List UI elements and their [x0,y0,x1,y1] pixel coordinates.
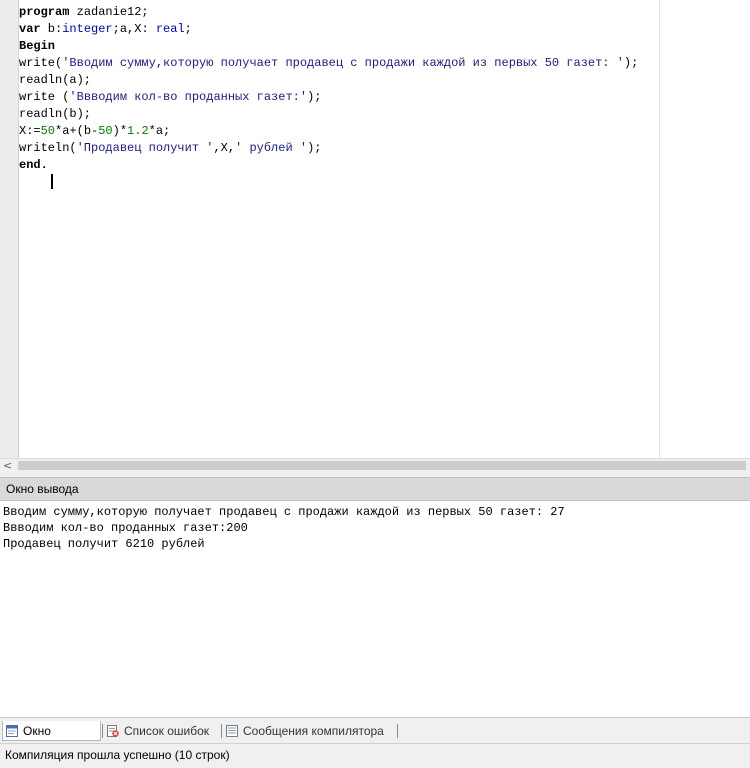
code-lines[interactable]: program zadanie12; var b:integer;a,X: rea… [19,4,638,174]
tab-label: Сообщения компилятора [243,724,384,738]
output-text: Вводим сумму,которую получает продавец с… [3,504,565,552]
code-token: )* [112,124,128,138]
status-text: Компиляция прошла успешно (10 строк) [5,748,230,762]
code-token: 50 [98,124,113,138]
code-token: *a+(b- [55,124,99,138]
code-token: var [19,22,41,36]
code-token: ; [184,22,192,36]
code-token: end. [19,158,48,172]
code-token: ); [307,90,322,104]
tab-divider [397,724,398,738]
code-token: real [155,22,185,36]
code-token: write( [19,56,63,70]
scrollbar-thumb[interactable] [18,461,746,470]
output-line: Ввводим кол-во проданных газет:200 [3,521,248,535]
tab-divider [221,724,222,738]
code-token: X:= [19,124,41,138]
code-line[interactable]: write ('Ввводим кол-во проданных газет:'… [19,89,638,106]
output-panel[interactable]: Вводим сумму,которую получает продавец с… [0,501,750,717]
code-token: zadanie12; [69,5,149,19]
code-line[interactable]: var b:integer;a,X: real; [19,21,638,38]
code-token: integer [62,22,113,36]
code-token: readln(a); [19,73,92,87]
code-token: writeln( [19,141,77,155]
code-token: 1.2 [127,124,149,138]
tab-divider [102,724,103,738]
status-bar: Компиляция прошла успешно (10 строк) [0,743,750,768]
tab-compiler-messages[interactable]: Сообщения компилятора [223,721,395,741]
code-line[interactable]: writeln('Продавец получит ',X,' рублей '… [19,140,638,157]
code-line[interactable]: program zadanie12; [19,4,638,21]
code-line[interactable]: Begin [19,38,638,55]
text-caret [51,174,53,189]
code-token: 'Вводим сумму,которую получает продавец … [62,56,624,70]
compiler-messages-icon [226,725,238,737]
output-line: Продавец получит 6210 рублей [3,537,205,551]
code-token: 'Ввводим кол-во проданных газет:' [69,90,308,104]
code-token: b: [40,22,63,36]
output-window-icon [6,725,18,737]
scroll-left-icon[interactable]: < [3,459,12,472]
code-token: 50 [40,124,56,138]
tab-error-list[interactable]: Список ошибок [104,721,220,741]
code-token: *a; [148,124,171,138]
code-token: Begin [19,39,56,53]
code-token: ); [623,56,639,70]
tab-output-window[interactable]: Окно вывода [2,721,101,758]
error-list-icon [107,725,119,737]
code-line[interactable]: end. [19,157,638,174]
code-token: program [19,5,70,19]
code-line[interactable]: readln(a); [19,72,638,89]
code-editor[interactable]: program zadanie12; var b:integer;a,X: rea… [0,0,750,458]
code-token: ' рублей ' [235,141,308,155]
code-line[interactable]: write('Вводим сумму,которую получает про… [19,55,638,72]
code-token: ,X, [213,141,236,155]
output-panel-title: Окно вывода [6,482,79,496]
code-token: ;a,X: [112,22,156,36]
horizontal-scrollbar[interactable]: < [0,458,750,472]
code-line[interactable]: readln(b); [19,106,638,123]
output-panel-header: Окно вывода [0,477,750,501]
code-line[interactable]: X:=50*a+(b-50)*1.2*a; [19,123,638,140]
code-token: write ( [19,90,70,104]
right-margin-line [659,0,660,458]
output-line: Вводим сумму,которую получает продавец с… [3,505,565,519]
code-token: 'Продавец получит ' [76,141,214,155]
tab-label: Список ошибок [124,724,210,738]
editor-gutter [0,0,19,458]
code-token: readln(b); [19,107,92,121]
code-token: ); [307,141,322,155]
bottom-tab-bar: Окно вывода Список ошибок Сообщения комп… [0,717,750,758]
